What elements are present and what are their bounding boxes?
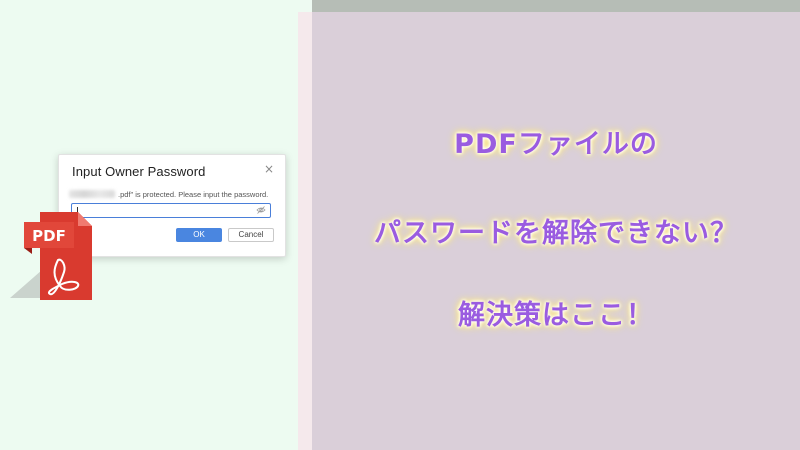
divider-strip — [298, 12, 312, 450]
cancel-button[interactable]: Cancel — [228, 228, 274, 242]
ok-button[interactable]: OK — [176, 228, 222, 242]
headline-line-3: 解決策はここ！ — [458, 300, 654, 331]
headline-line-1: PDFファイルの — [454, 129, 658, 160]
hide-password-icon[interactable] — [256, 205, 266, 215]
top-bar — [312, 0, 800, 12]
dialog-message-row: .pdf" is protected. Please input the pas… — [69, 188, 268, 200]
dialog-title: Input Owner Password — [72, 164, 206, 179]
blurred-filename — [69, 190, 115, 198]
password-input[interactable] — [71, 203, 271, 218]
headline-line-2: パスワードを解除できない？ — [374, 218, 738, 249]
pdf-label: PDF — [32, 227, 66, 245]
close-icon[interactable]: × — [263, 163, 275, 175]
dialog-message: .pdf" is protected. Please input the pas… — [118, 189, 269, 199]
pdf-file-icon: PDF — [10, 212, 92, 300]
